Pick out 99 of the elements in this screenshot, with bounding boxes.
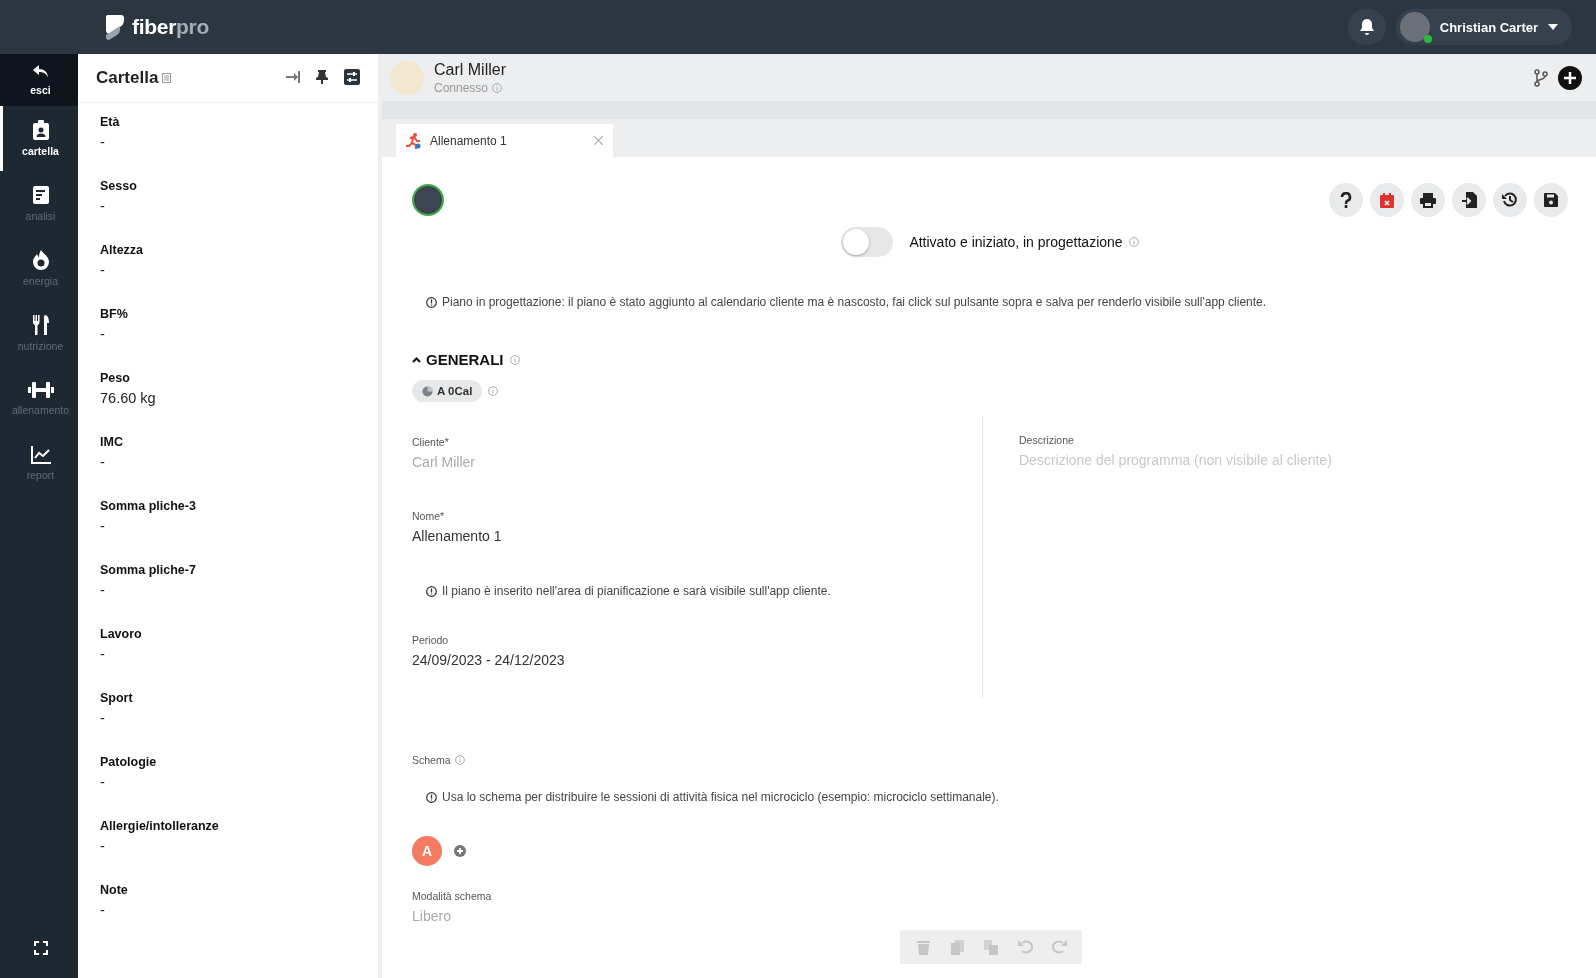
logo-text: fiberpro [132,15,209,39]
sliders-icon [344,68,360,85]
field-value: - [100,198,106,214]
nav-item[interactable]: cartella [0,106,78,171]
notice-text: Piano in progettazione: il piano è stato aggiunto al calendario cliente ma è nascosto, fai click sul pulsante sopra e salva per renderlo visibile sull'app cliente. [442,295,1267,309]
field-label: Nome* [412,510,446,522]
alert-icon [426,791,437,803]
tab[interactable]: Allenamento 1 [396,124,613,157]
plus-icon [1564,71,1576,84]
status-toggle[interactable] [841,227,894,257]
fullscreen-icon [33,941,48,955]
field-value: - [100,454,106,470]
caret-icon [1548,24,1558,30]
print-button[interactable] [1411,183,1445,217]
field-label: Età [100,115,121,129]
undo-icon [1017,940,1033,954]
bell-icon [1358,18,1375,36]
client-status: Connesso [434,80,489,95]
arrow-to-line-icon [286,70,300,83]
info-icon [509,354,520,365]
back-arrow-icon [32,64,49,79]
copy-icon [950,939,964,955]
field-value: - [100,710,106,726]
field-value: - [100,902,106,918]
pie-chart-icon [422,385,433,397]
field-label: Somma pliche-7 [100,563,197,577]
add-session-button[interactable] [454,845,466,857]
toggle-label: Attivato e iniziato, in progettazione [909,234,1123,250]
import-button[interactable] [1452,183,1486,217]
chevron-icon [412,356,421,363]
field-label: Periodo [412,634,450,646]
field-value: - [100,326,106,342]
calendar-x-icon [1380,192,1394,208]
branch-icon[interactable] [1534,68,1548,87]
field-label: IMC [100,435,124,449]
plus-circle-icon [454,845,466,857]
field-label: Note [100,883,129,897]
document-icon [162,73,172,83]
field-value: 76.60 kg [100,390,157,406]
field-label: Sport [100,691,134,705]
field-label: Peso [100,371,131,385]
period-field[interactable]: 24/09/2023 - 24/12/2023 [412,652,982,668]
history-button[interactable] [1493,183,1527,217]
runner-icon [406,132,422,149]
field-label: Patologie [100,755,158,769]
question-icon [1340,192,1352,208]
calories-badge: A 0Cal [412,380,483,402]
field-value: - [100,646,106,662]
notice-text: Usa lo schema per distribuire le sessioni di attività fisica nel microciclo (esempio: microciclo settimanale). [442,790,999,804]
info-icon [488,386,499,396]
field-label: Lavoro [100,627,143,641]
delete-calendar-button[interactable] [1370,183,1404,217]
notifications-button[interactable] [1347,9,1386,45]
trash-icon [916,939,930,955]
field-label: Somma pliche-3 [100,499,197,513]
client-field: Carl Miller [412,454,982,470]
help-button[interactable] [1329,183,1363,217]
client-name: Carl Miller [434,60,506,79]
field-label: Descrizione [1019,434,1075,446]
alert-icon [426,296,437,308]
field-label: Modalità schema [412,890,493,902]
field-label: Sesso [100,179,138,193]
section-header[interactable]: GENERALI [412,351,504,368]
info-icon [1128,237,1139,247]
client-avatar [390,60,424,95]
info-icon [454,755,465,765]
field-value: - [100,774,106,790]
paste-icon [984,939,998,955]
field-value: - [100,518,106,534]
field-label: Cliente* [412,436,450,448]
pin-icon [316,69,328,84]
flame-icon [31,250,50,270]
logo-icon [104,13,126,41]
document-icon [31,185,50,205]
user-avatar [412,184,444,216]
notice-text: Il piano è inserito nell'area di pianificazione e sarà visibile sull'app cliente. [442,584,831,598]
clipboard-icon [31,120,50,140]
field-label: BF% [100,307,129,321]
field-label: Allergie/intolleranze [100,819,220,833]
cutlery-icon [31,315,50,335]
dumbbell-icon [27,381,54,399]
redo-icon [1051,940,1067,954]
field-value: - [100,134,106,150]
panel-title: Cartella [96,68,159,88]
field-value: - [100,582,106,598]
file-import-icon [1461,192,1477,208]
add-button[interactable] [1558,65,1582,90]
info-icon [492,82,503,93]
printer-icon [1420,192,1436,208]
save-button[interactable] [1534,183,1568,217]
field-label: Altezza [100,243,145,257]
user-menu-button[interactable]: Christian Carter [1395,9,1572,45]
field-value: - [100,838,106,854]
field-value: - [100,262,106,278]
alert-icon [426,585,437,597]
chart-icon [30,446,51,464]
field-label: Schema [412,754,451,766]
exit-button[interactable]: esci [0,54,78,106]
history-icon [1502,192,1518,208]
